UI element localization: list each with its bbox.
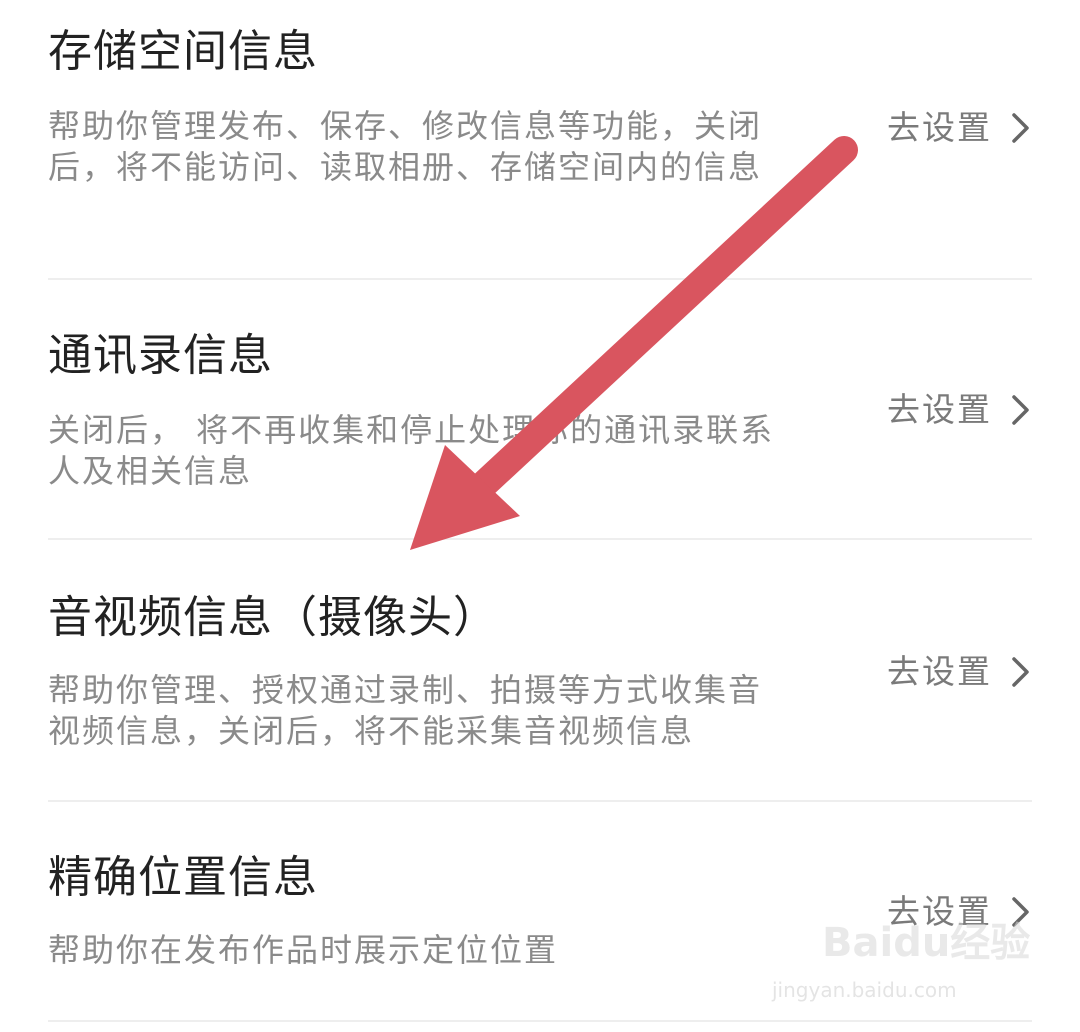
list-item-storage[interactable]: 存储空间信息 帮助你管理发布、保存、修改信息等功能，关闭后，将不能访问、读取相册… <box>48 0 1032 278</box>
list-item-camera[interactable]: 音视频信息（摄像头） 帮助你管理、授权通过录制、拍摄等方式收集音视频信息，关闭后… <box>48 540 1032 800</box>
chevron-right-icon <box>1012 395 1029 425</box>
list-item-contacts[interactable]: 通讯录信息 关闭后， 将不再收集和停止处理你的通讯录联系人及相关信息 去设置 <box>48 280 1032 538</box>
item-description: 帮助你在发布作品时展示定位位置 <box>48 931 559 969</box>
go-settings-button[interactable]: 去设置 <box>887 390 1032 430</box>
watermark-brand: Baidu经验 <box>822 920 1031 966</box>
item-title: 精确位置信息 <box>48 852 318 903</box>
action-label: 去设置 <box>887 652 992 691</box>
item-title: 音视频信息（摄像头） <box>48 592 498 643</box>
baidu-jingyan-watermark: Baidu经验 jingyan.baidu.com <box>772 918 1030 1008</box>
item-description: 帮助你管理发布、保存、修改信息等功能，关闭后，将不能访问、读取相册、存储空间内的… <box>48 107 763 186</box>
watermark-url: jingyan.baidu.com <box>772 978 957 1002</box>
action-label: 去设置 <box>887 390 992 429</box>
item-description: 帮助你管理、授权通过录制、拍摄等方式收集音视频信息，关闭后，将不能采集音视频信息 <box>48 671 763 750</box>
divider <box>48 1020 1032 1022</box>
item-title: 存储空间信息 <box>48 26 318 77</box>
item-title: 通讯录信息 <box>48 330 273 381</box>
go-settings-button[interactable]: 去设置 <box>887 108 1032 148</box>
go-settings-button[interactable]: 去设置 <box>887 652 1032 692</box>
chevron-right-icon <box>1012 113 1029 143</box>
action-label: 去设置 <box>887 108 992 147</box>
chevron-right-icon <box>1012 657 1029 687</box>
item-description: 关闭后， 将不再收集和停止处理你的通讯录联系人及相关信息 <box>48 411 775 490</box>
